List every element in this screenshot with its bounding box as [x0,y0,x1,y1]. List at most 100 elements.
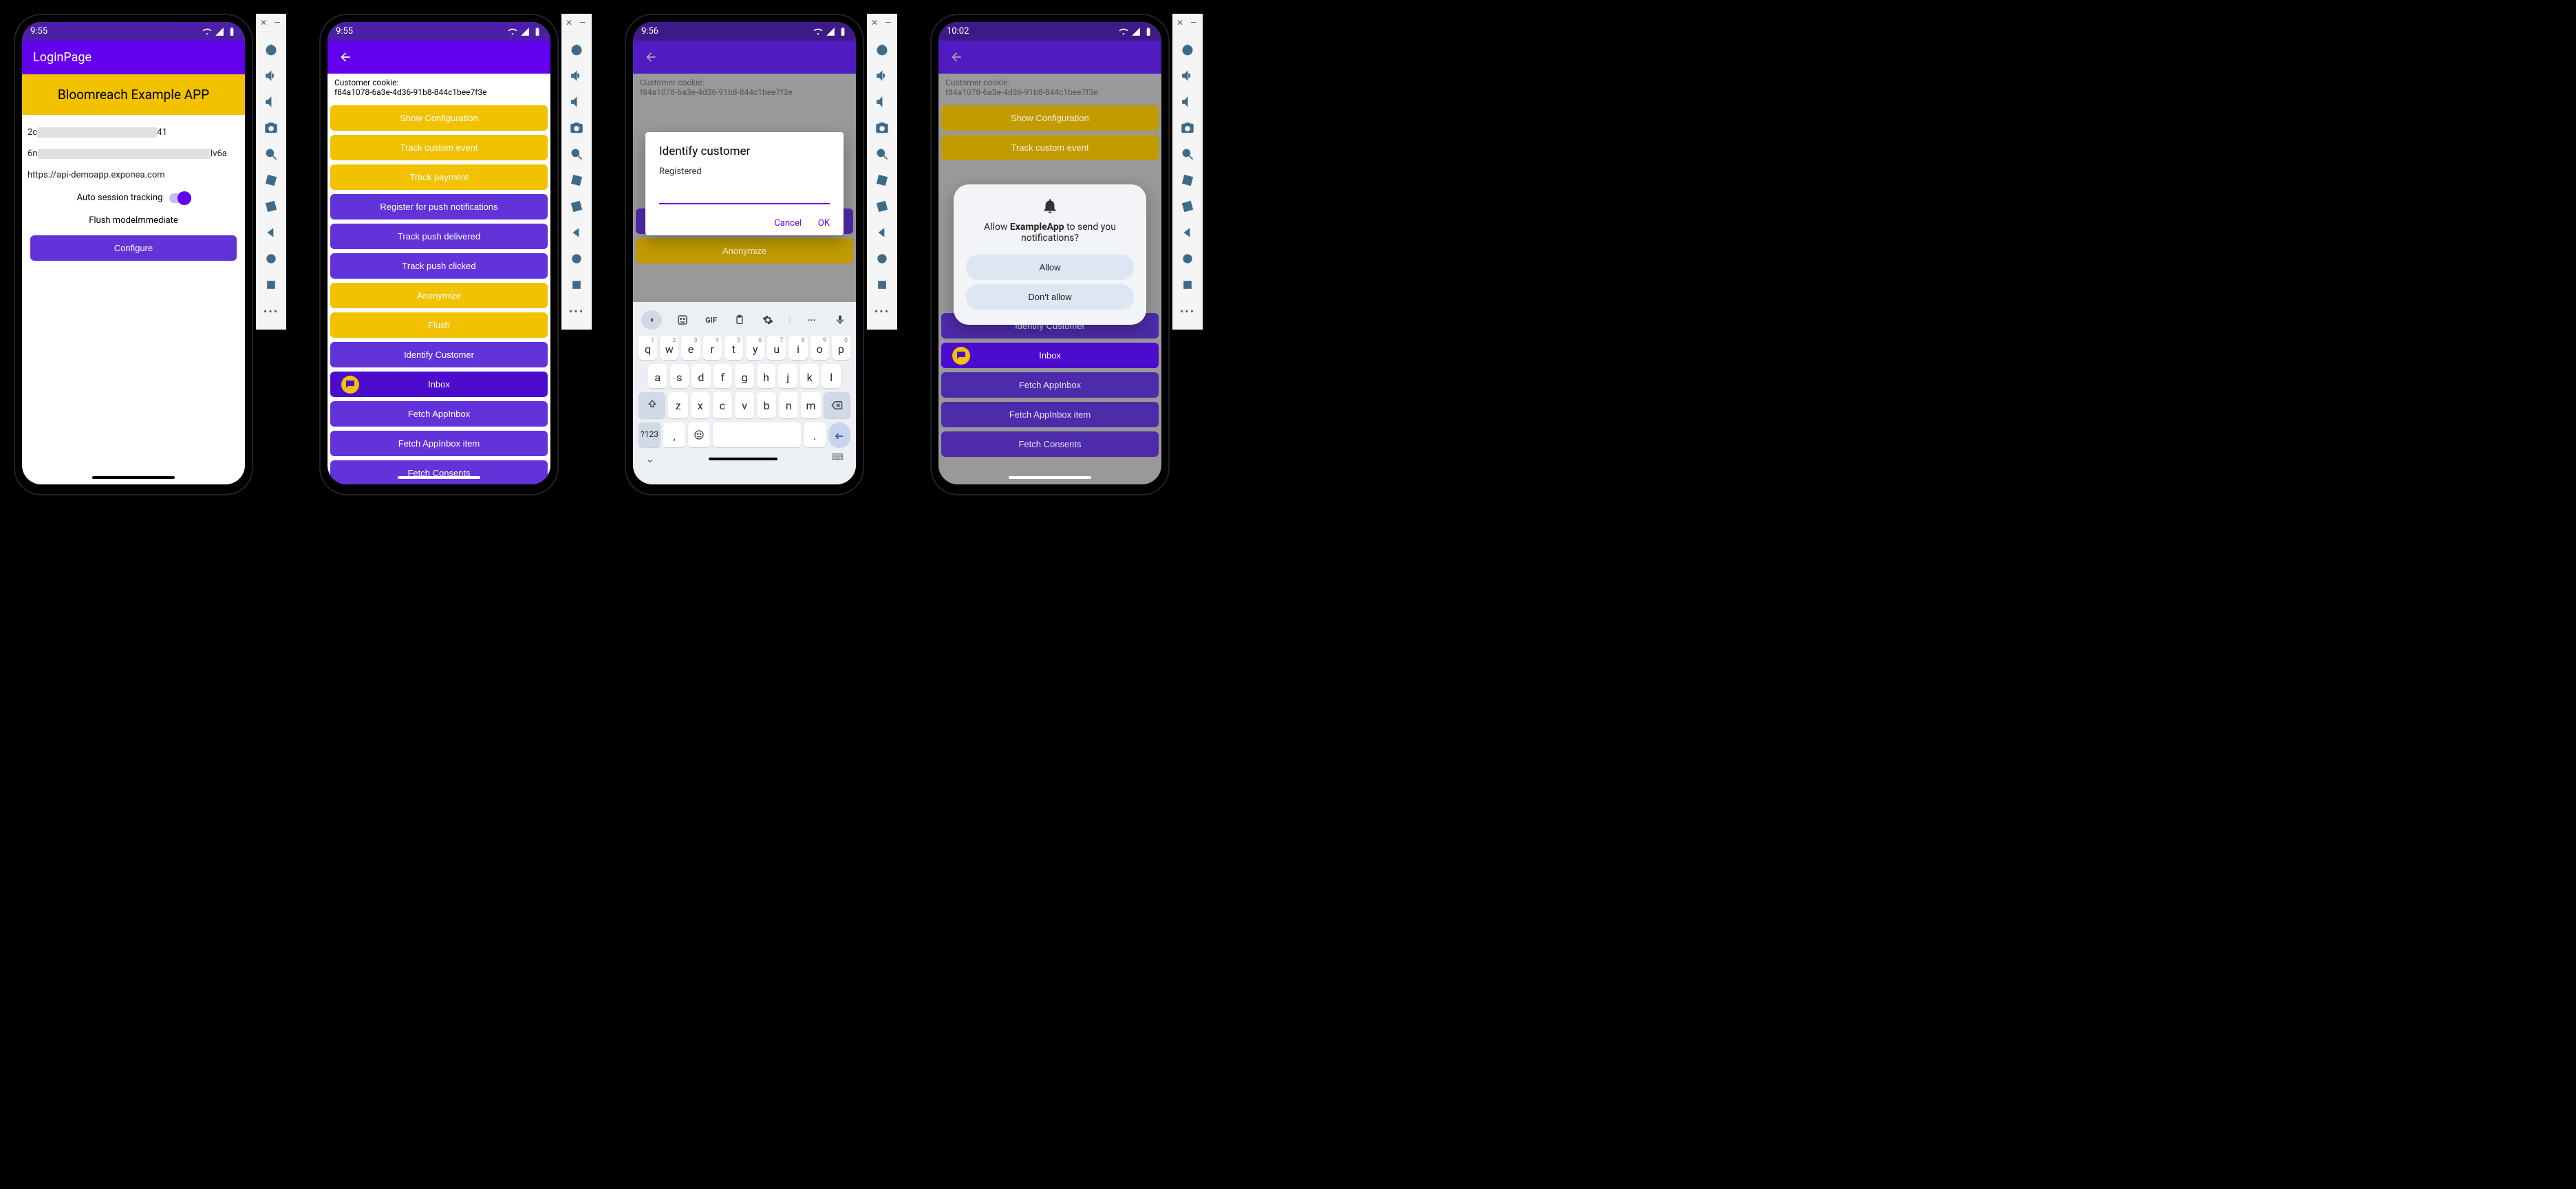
dialog-input[interactable] [659,186,830,204]
kb-key-c[interactable]: c [713,392,732,418]
kb-clipboard-icon[interactable] [732,312,747,328]
fetch-appinbox-item-button[interactable]: Fetch AppInbox item [330,431,548,456]
kb-collapse-icon[interactable] [641,310,662,330]
kb-key-m[interactable]: m [801,392,820,418]
emu-home-icon[interactable] [568,250,585,267]
emu-minimize-icon[interactable]: — [1190,18,1196,28]
emu-rotate-left-icon[interactable] [874,172,890,189]
kb-key-y[interactable]: y6 [746,336,764,360]
nav-bar[interactable] [92,476,175,479]
emu-overview-icon[interactable] [874,277,890,293]
emu-volume-up-icon[interactable] [1179,67,1196,84]
kb-key-b[interactable]: b [757,392,776,418]
emu-back-icon[interactable] [874,224,890,241]
kb-gif-icon[interactable]: GIF [704,312,719,328]
emu-overview-icon[interactable] [1179,277,1196,293]
emu-minimize-icon[interactable]: — [274,18,280,28]
emu-camera-icon[interactable] [568,120,585,136]
emu-rotate-right-icon[interactable] [1179,198,1196,215]
emu-volume-up-icon[interactable] [263,67,279,84]
kb-key-v[interactable]: v [735,392,754,418]
emu-close-icon[interactable]: ✕ [871,18,878,28]
emu-back-icon[interactable] [1179,224,1196,241]
kb-key-o[interactable]: o9 [811,336,829,360]
emu-camera-icon[interactable] [263,120,279,136]
emu-home-icon[interactable] [1179,250,1196,267]
emu-back-icon[interactable] [263,224,279,241]
emu-rotate-right-icon[interactable] [263,198,279,215]
emu-more-icon[interactable]: ••• [1179,303,1196,319]
kb-key-g[interactable]: g [735,364,754,388]
kb-layout-icon[interactable]: ⌨ [832,452,844,465]
emu-more-icon[interactable]: ••• [874,303,890,319]
nav-bar[interactable] [1009,476,1091,479]
nav-bar[interactable] [398,476,480,479]
emu-power-icon[interactable] [874,41,890,58]
kb-key-r[interactable]: r4 [703,336,722,360]
kb-key-w[interactable]: w2 [660,336,678,360]
configure-button[interactable]: Configure [30,235,237,261]
soft-keyboard[interactable]: GIF | ⋯ q1w2e3r4t5y6u7i8o9p0 asdfghjkl [633,302,856,484]
emu-power-icon[interactable] [568,41,585,58]
emu-minimize-icon[interactable]: — [885,18,891,28]
emu-minimize-icon[interactable]: — [579,18,586,28]
track-payment-button[interactable]: Track payment [330,164,548,190]
kb-mic-icon[interactable] [833,312,848,328]
kb-key-l[interactable]: l [822,364,841,388]
kb-comma-key[interactable]: , [663,422,685,447]
dialog-cancel-button[interactable]: Cancel [774,218,802,228]
fetch-appinbox-button[interactable]: Fetch AppInbox [330,401,548,427]
track-custom-event-button[interactable]: Track custom event [330,135,548,160]
kb-key-q[interactable]: q1 [638,336,657,360]
permission-deny-button[interactable]: Don't allow [966,284,1134,310]
emu-back-icon[interactable] [568,224,585,241]
emu-volume-down-icon[interactable] [874,94,890,110]
emu-volume-down-icon[interactable] [1179,94,1196,110]
identify-customer-button[interactable]: Identify Customer [330,342,548,367]
kb-key-x[interactable]: x [691,392,710,418]
kb-sticker-icon[interactable] [675,312,690,328]
emu-zoom-icon[interactable] [1179,146,1196,162]
emu-power-icon[interactable] [1179,41,1196,58]
emu-zoom-icon[interactable] [263,146,279,162]
kb-space-key[interactable] [713,422,801,447]
emu-rotate-right-icon[interactable] [568,198,585,215]
emu-camera-icon[interactable] [1179,120,1196,136]
emu-rotate-right-icon[interactable] [874,198,890,215]
inbox-button[interactable]: Inbox [330,372,548,397]
anonymize-button[interactable]: Anonymize [330,283,548,308]
kb-key-h[interactable]: h [757,364,776,388]
kb-key-k[interactable]: k [800,364,819,388]
kb-key-t[interactable]: t5 [724,336,743,360]
kb-key-p[interactable]: p0 [832,336,850,360]
emu-volume-down-icon[interactable] [568,94,585,110]
flush-button[interactable]: Flush [330,312,548,338]
register-push-button[interactable]: Register for push notifications [330,194,548,219]
emu-home-icon[interactable] [874,250,890,267]
kb-enter-key[interactable] [828,422,850,447]
kb-hide-icon[interactable]: ⌄ [645,452,654,465]
kb-key-f[interactable]: f [713,364,733,388]
kb-emoji-key[interactable] [688,422,710,447]
emu-volume-down-icon[interactable] [263,94,279,110]
kb-key-z[interactable]: z [668,392,687,418]
emu-zoom-icon[interactable] [568,146,585,162]
track-push-clicked-button[interactable]: Track push clicked [330,253,548,279]
kb-key-s[interactable]: s [670,364,689,388]
permission-allow-button[interactable]: Allow [966,255,1134,280]
auto-session-toggle[interactable] [169,193,190,203]
dialog-ok-button[interactable]: OK [818,218,830,228]
emu-overview-icon[interactable] [263,277,279,293]
emu-volume-up-icon[interactable] [568,67,585,84]
kb-key-u[interactable]: u7 [767,336,786,360]
emu-volume-up-icon[interactable] [874,67,890,84]
kb-symbols-key[interactable]: ?123 [638,422,661,447]
show-configuration-button[interactable]: Show Configuration [330,105,548,131]
emu-rotate-left-icon[interactable] [263,172,279,189]
track-push-delivered-button[interactable]: Track push delivered [330,224,548,249]
emu-power-icon[interactable] [263,41,279,58]
kb-settings-icon[interactable] [760,312,775,328]
kb-backspace-key[interactable] [824,392,850,418]
kb-key-d[interactable]: d [691,364,711,388]
emu-close-icon[interactable]: ✕ [260,18,267,28]
